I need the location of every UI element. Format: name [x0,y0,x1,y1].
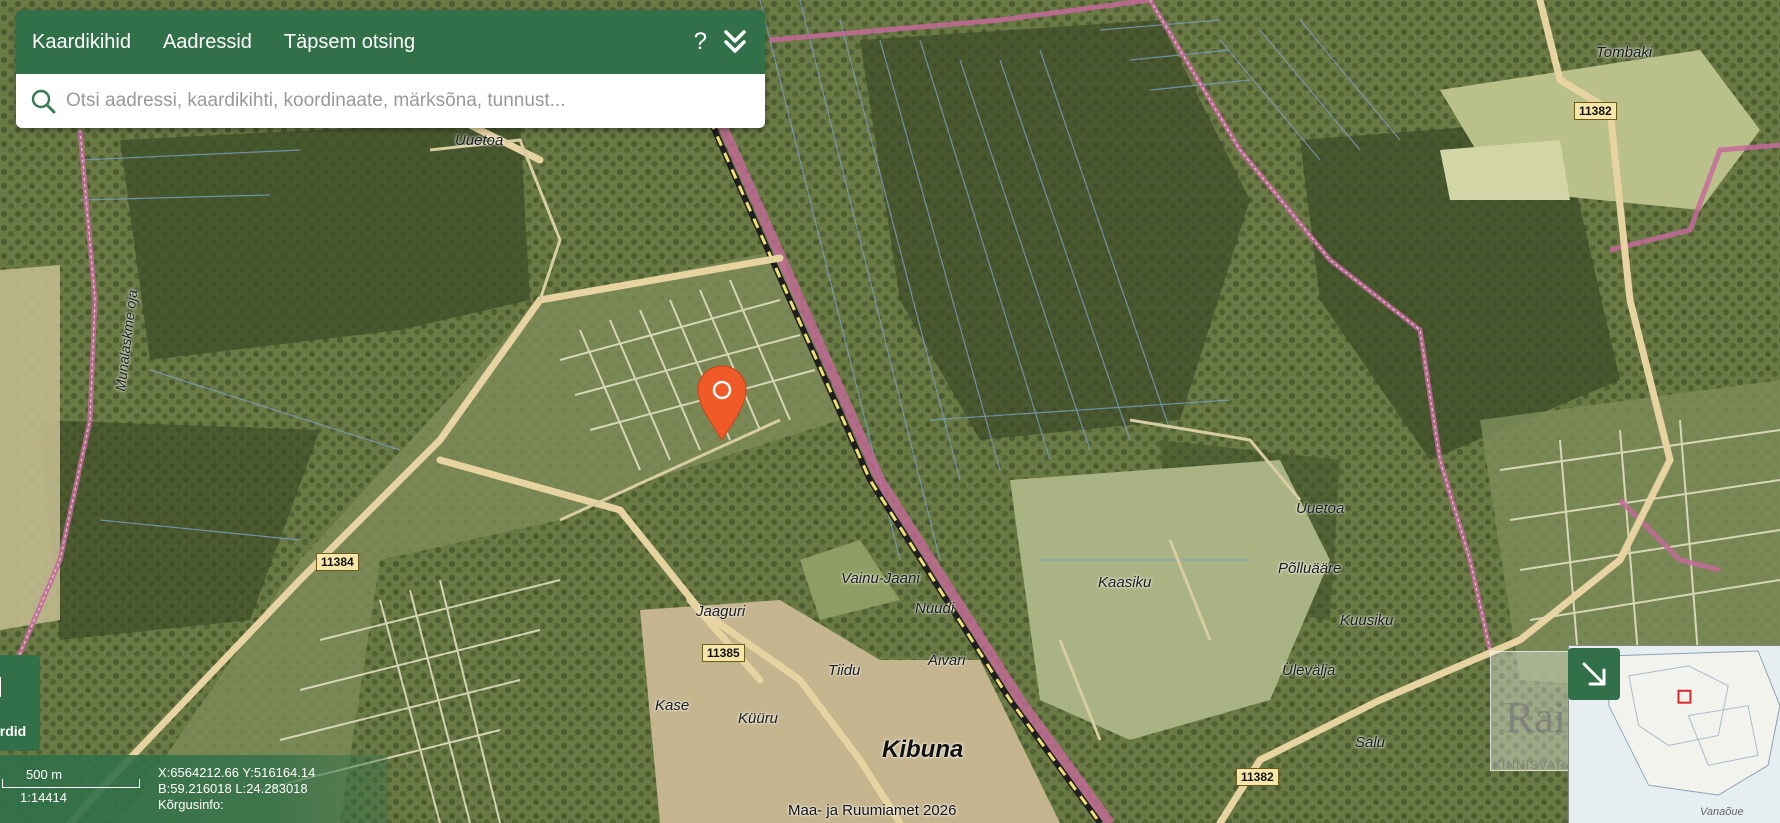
overview-place-label: Vanaõue [1700,806,1744,818]
place-label: Ülevälja [1282,662,1336,679]
road-number: 11384 [316,553,359,571]
tab-map-layers[interactable]: Kaardikihid [32,31,131,54]
place-label: Salu [1355,734,1386,751]
place-label: Uuetoa [455,132,504,149]
place-label: Aivari [928,652,966,669]
arrow-down-right-icon [1582,662,1606,686]
double-chevron-down-icon[interactable] [721,27,749,57]
layers-icon [0,677,1,697]
place-label: Kuusiku [1340,612,1394,629]
road-number: 11382 [1236,768,1279,786]
copyright-text: Maa- ja Ruumiamet 2026 [788,802,957,819]
map-app: Uuetoa Munalaskme oja Tombaki Uuetoa Põl… [0,0,1780,823]
scale-ratio: 1:14414 [20,790,67,805]
road-number: 11385 [702,644,745,662]
help-button[interactable]: ? [694,28,707,56]
coordinates-bl: B:59.216018 L:24.283018 [158,781,308,796]
search-row [16,74,765,128]
place-label: Põlluääre [1278,560,1342,577]
place-label: Kaasiku [1098,574,1152,591]
place-label: Nuudi [915,600,955,617]
place-label: Tombaki [1596,44,1653,61]
coordinates-xy: X:6564212.66 Y:516164.14 [158,765,316,780]
tab-addresses[interactable]: Aadressid [163,31,252,54]
village-label: Kibuna [882,736,964,763]
overview-collapse-button[interactable] [1568,648,1620,700]
layers-button-label: ardid [0,723,27,739]
map-layers-button[interactable]: ardid [0,655,40,751]
place-label: Tiidu [828,662,861,679]
place-label: Küüru [738,710,779,727]
road-number: 11382 [1574,102,1617,120]
panel-header: Kaardikihid Aadressid Täpsem otsing ? [16,10,765,74]
place-label: Kase [655,697,690,714]
place-label: Uuetoa [1296,500,1345,517]
tab-advanced-search[interactable]: Täpsem otsing [284,31,415,54]
elevation-info: Kõrgusinfo: [158,797,224,812]
map-info-box: 500 m 1:14414 X:6564212.66 Y:516164.14 B… [0,755,388,823]
search-icon [31,89,56,114]
search-panel: Kaardikihid Aadressid Täpsem otsing ? [16,10,765,128]
place-label: Vainu-Jaani [841,570,920,587]
place-label: Jaaguri [696,603,746,620]
search-input[interactable] [64,89,751,113]
scale-bar [2,779,140,788]
